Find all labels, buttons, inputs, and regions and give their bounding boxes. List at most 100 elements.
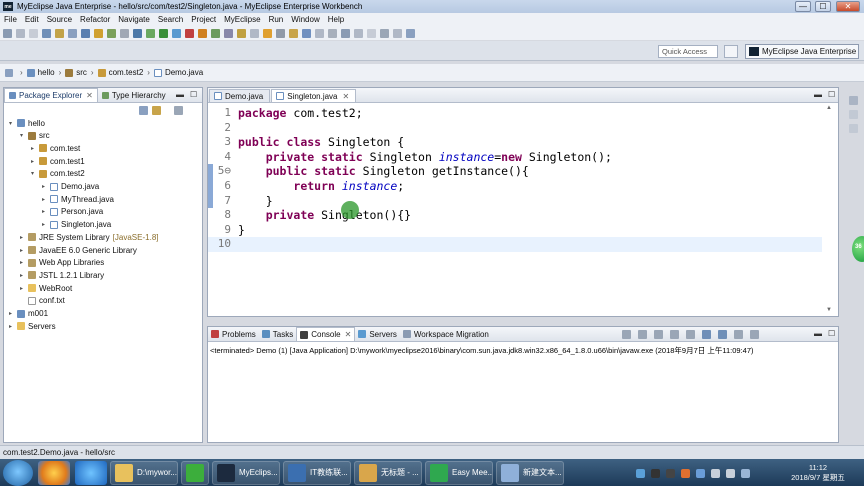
menu-refactor[interactable]: Refactor [76,15,114,24]
menu-run[interactable]: Run [265,15,288,24]
close-icon[interactable]: ✕ [86,91,93,100]
toolbar-action-icon[interactable] [354,28,363,38]
close-button[interactable]: ✕ [836,1,860,12]
toolbar-action-icon[interactable] [406,28,415,38]
breadcrumb-hello[interactable]: hello [26,68,55,77]
toolbar-action-icon[interactable] [94,28,103,38]
collapsed-twisty-icon[interactable]: ▸ [42,221,50,228]
tree-item[interactable]: ▸ Demo.java [42,181,99,193]
tab-singleton[interactable]: Singleton.java ✕ [271,89,357,102]
tree-item[interactable]: ▸ MyThread.java [42,193,114,205]
toolbar-action-icon[interactable] [315,28,324,38]
collapsed-twisty-icon[interactable]: ▸ [20,259,28,266]
menu-project[interactable]: Project [187,15,220,24]
task-list-icon[interactable] [849,124,858,133]
toolbar-action-icon[interactable] [42,28,51,38]
toolbar-action-icon[interactable] [107,28,116,38]
toolbar-action-icon[interactable] [276,28,285,38]
collapsed-twisty-icon[interactable]: ▸ [31,158,39,165]
restore-icon[interactable] [849,96,858,105]
tree-item[interactable]: ▸ Singleton.java [42,219,111,231]
tree-item[interactable]: ▸ JSTL 1.2.1 Library [20,269,104,281]
toolbar-action-icon[interactable] [16,28,25,38]
input-method-icon[interactable] [741,468,750,478]
close-tab-icon[interactable]: ✕ [343,92,350,101]
open-perspective-icon[interactable] [724,45,738,58]
tab-type-hierarchy[interactable]: Type Hierarchy [98,88,170,102]
tab-console[interactable]: Console ✕ [296,327,356,341]
pin-console-icon[interactable] [686,330,695,339]
toolbar-action-icon[interactable] [237,28,246,38]
tray-icon[interactable] [651,468,660,478]
toolbar-action-icon[interactable] [120,28,129,38]
maximize-editor-icon[interactable]: ☐ [828,90,835,99]
taskbar-item[interactable] [181,460,209,485]
toolbar-action-icon[interactable] [250,28,259,38]
tray-icon[interactable] [636,468,645,478]
minimize-console-icon[interactable]: ▬ [814,329,822,338]
breadcrumb-nav-icon[interactable] [5,68,13,77]
toolbar-action-icon[interactable] [289,28,298,38]
word-wrap-icon[interactable] [702,330,711,339]
scroll-down-icon[interactable]: ▼ [826,307,832,313]
toolbar-action-icon[interactable] [302,28,311,38]
taskbar-item[interactable]: MyEclips... [212,460,280,485]
floating-assistant-icon[interactable]: 36 [852,236,864,262]
minimize-editor-icon[interactable]: ▬ [814,90,822,99]
toolbar-action-icon[interactable] [211,28,220,38]
remove-all-icon[interactable] [654,330,663,339]
breadcrumb-com-test2[interactable]: com.test2 [97,68,143,77]
toolbar-action-icon[interactable] [133,28,142,38]
volume-icon[interactable] [726,468,735,478]
tab-servers[interactable]: Servers [355,327,400,341]
collapsed-twisty-icon[interactable]: ▸ [20,272,28,279]
tree-item[interactable]: ▾ src [20,130,50,142]
link-with-editor-icon[interactable] [152,106,161,115]
collapsed-twisty-icon[interactable]: ▸ [9,323,17,330]
tab-demo[interactable]: Demo.java [209,89,271,102]
toolbar-action-icon[interactable] [328,28,337,38]
maximize-view-icon[interactable]: ☐ [190,90,197,99]
scroll-up-icon[interactable]: ▲ [826,105,832,111]
collapsed-twisty-icon[interactable]: ▸ [20,285,28,292]
tree-item[interactable]: ▸ JRE System Library [JavaSE-1.8] [20,231,159,243]
editor-vertical-scrollbar[interactable]: ▲ ▼ [826,105,836,313]
display-console-icon[interactable] [734,330,743,339]
menu-help[interactable]: Help [324,15,348,24]
menu-myeclipse[interactable]: MyEclipse [220,15,264,24]
tree-item[interactable]: conf.txt [20,295,65,307]
toolbar-action-icon[interactable] [198,28,207,38]
tree-item[interactable]: ▸ com.test [31,142,80,154]
breadcrumb-src[interactable]: src [65,68,87,77]
collapsed-twisty-icon[interactable]: ▸ [42,183,50,190]
toolbar-action-icon[interactable] [341,28,350,38]
menu-edit[interactable]: Edit [21,15,43,24]
tray-icon[interactable] [666,468,675,478]
minimize-view-icon[interactable]: ▬ [176,90,184,99]
maximize-button[interactable]: ☐ [815,1,831,12]
perspective-button[interactable]: MyEclipse Java Enterprise [745,44,859,59]
toolbar-action-icon[interactable] [380,28,389,38]
clear-console-icon[interactable] [718,330,727,339]
ie-pinned-icon[interactable] [75,460,107,485]
tree-item[interactable]: ▸ Servers [9,320,56,332]
menu-navigate[interactable]: Navigate [114,15,154,24]
tree-item[interactable]: ▸ Person.java [42,206,103,218]
menu-window[interactable]: Window [287,15,323,24]
tree-item[interactable]: ▸ JavaEE 6.0 Generic Library [20,244,137,256]
toolbar-action-icon[interactable] [68,28,77,38]
taskbar-item[interactable]: 无标题 - ... [354,460,422,485]
collapse-all-icon[interactable] [139,106,148,115]
menu-search[interactable]: Search [154,15,187,24]
taskbar-item[interactable]: 新建文本... [496,460,564,485]
expanded-twisty-icon[interactable]: ▾ [20,132,28,139]
toolbar-action-icon[interactable] [263,28,272,38]
taskbar-item[interactable]: IT教练联... [283,460,351,485]
menu-source[interactable]: Source [43,15,76,24]
outline-icon[interactable] [849,110,858,119]
tree-item[interactable]: ▸ WebRoot [20,282,72,294]
toolbar-action-icon[interactable] [29,28,38,38]
terminate-icon[interactable] [622,330,631,339]
collapsed-twisty-icon[interactable]: ▸ [42,208,50,215]
bluetooth-icon[interactable] [696,468,705,478]
